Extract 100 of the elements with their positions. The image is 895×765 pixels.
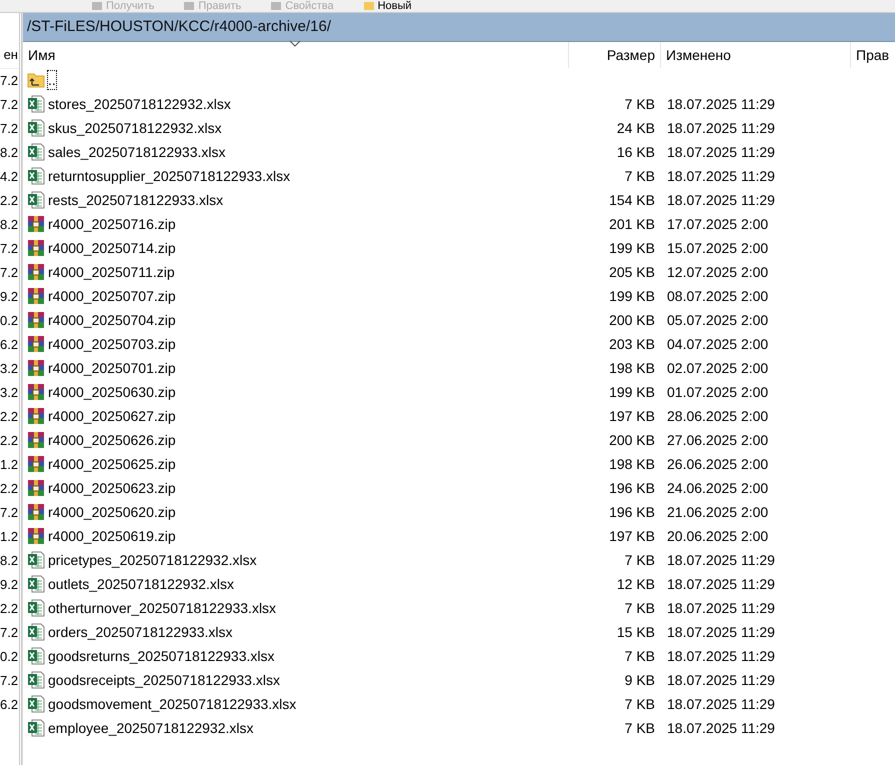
table-cell-text: 4.2 — [0, 168, 19, 186]
table-cell-text: 7.2 — [0, 72, 19, 90]
archive-icon — [27, 407, 45, 425]
file-size: 7 KB — [624, 96, 655, 112]
file-name[interactable]: r4000_20250626.zip — [48, 431, 176, 449]
table-cell-text: 2.2 — [0, 600, 19, 618]
column-header[interactable]: Прав — [851, 42, 895, 68]
archive-icon — [27, 335, 45, 353]
file-name[interactable]: sales_20250718122933.xlsx — [48, 143, 226, 161]
spreadsheet-icon — [27, 167, 45, 185]
archive-icon — [27, 503, 45, 521]
file-size: 198 KB — [609, 456, 655, 472]
file-date: 18.07.2025 11:29 — [667, 96, 775, 112]
spreadsheet-icon — [27, 191, 45, 209]
file-size: 197 KB — [609, 408, 655, 424]
file-date: 18.07.2025 11:29 — [667, 696, 775, 712]
file-name[interactable]: returntosupplier_20250718122933.xlsx — [48, 167, 290, 185]
spreadsheet-icon — [27, 719, 45, 737]
file-name[interactable]: rests_20250718122933.xlsx — [48, 191, 224, 209]
file-size: 196 KB — [609, 504, 655, 520]
file-name[interactable]: r4000_20250627.zip — [48, 407, 176, 425]
file-name[interactable]: goodsreturns_20250718122933.xlsx — [48, 647, 275, 665]
file-name[interactable]: r4000_20250625.zip — [48, 455, 176, 473]
file-name[interactable]: orders_20250718122933.xlsx — [48, 623, 232, 641]
file-size: 12 KB — [616, 576, 655, 592]
file-date: 04.07.2025 2:00 — [667, 336, 768, 352]
column-header[interactable]: Имя — [23, 42, 569, 68]
archive-icon — [27, 239, 45, 257]
file-name[interactable]: r4000_20250630.zip — [48, 383, 176, 401]
table-cell-text: 6.2 — [0, 336, 19, 354]
file-name[interactable]: r4000_20250716.zip — [48, 215, 176, 233]
file-name[interactable]: r4000_20250623.zip — [48, 479, 176, 497]
file-date: 20.06.2025 2:00 — [667, 528, 768, 544]
column-header[interactable]: Изменено — [661, 42, 851, 68]
file-size: 24 KB — [616, 120, 655, 136]
table-cell-text: 3.2 — [0, 360, 19, 378]
file-date: 24.06.2025 2:00 — [667, 480, 768, 496]
archive-icon — [27, 215, 45, 233]
archive-icon — [27, 431, 45, 449]
file-size: 198 KB — [609, 360, 655, 376]
file-name[interactable]: skus_20250718122932.xlsx — [48, 119, 222, 137]
file-date: 18.07.2025 11:29 — [667, 120, 775, 136]
file-name[interactable]: r4000_20250701.zip — [48, 359, 176, 377]
file-name[interactable]: goodsmovement_20250718122933.xlsx — [48, 695, 296, 713]
file-name[interactable]: r4000_20250707.zip — [48, 287, 176, 305]
toolbar-icon — [92, 2, 102, 10]
file-date: 18.07.2025 11:29 — [667, 624, 775, 640]
column-header[interactable]: Размер — [569, 42, 661, 68]
table-cell-text: 8.2 — [0, 216, 19, 234]
file-name[interactable]: stores_20250718122932.xlsx — [48, 95, 231, 113]
table-cell-text: 1.2 — [0, 456, 19, 474]
file-size: 7 KB — [624, 552, 655, 568]
file-date: 18.07.2025 11:29 — [667, 192, 775, 208]
file-name[interactable]: otherturnover_20250718122933.xlsx — [48, 599, 276, 617]
file-date: 01.07.2025 2:00 — [667, 384, 768, 400]
file-date: 18.07.2025 11:29 — [667, 648, 775, 664]
file-name[interactable]: r4000_20250704.zip — [48, 311, 176, 329]
spreadsheet-icon — [27, 623, 45, 641]
file-name[interactable]: r4000_20250714.zip — [48, 239, 176, 257]
file-name[interactable]: pricetypes_20250718122932.xlsx — [48, 551, 257, 569]
file-date: 18.07.2025 11:29 — [667, 576, 775, 592]
file-name[interactable]: r4000_20250620.zip — [48, 503, 176, 521]
file-date: 02.07.2025 2:00 — [667, 360, 768, 376]
sort-caret-icon[interactable] — [289, 40, 301, 47]
table-cell-text: 7.2 — [0, 264, 19, 282]
column-header[interactable]: ен — [0, 42, 19, 69]
file-name[interactable]: goodsreceipts_20250718122933.xlsx — [48, 671, 280, 689]
file-name[interactable]: .. — [48, 71, 56, 89]
table-cell-text: 0.2 — [0, 648, 19, 666]
spreadsheet-icon — [27, 119, 45, 137]
file-date: 28.06.2025 2:00 — [667, 408, 768, 424]
table-cell-text: 0.2 — [0, 312, 19, 330]
table-cell-text: 6.2 — [0, 696, 19, 714]
table-cell-text: 3.2 — [0, 384, 19, 402]
toolbar-button[interactable]: Новый — [362, 0, 414, 12]
file-name[interactable]: r4000_20250619.zip — [48, 527, 176, 545]
file-name[interactable]: outlets_20250718122932.xlsx — [48, 575, 234, 593]
file-date: 17.07.2025 2:00 — [667, 216, 768, 232]
file-size: 7 KB — [624, 600, 655, 616]
file-name[interactable]: employee_20250718122932.xlsx — [48, 719, 254, 737]
parent-folder-icon — [27, 71, 45, 89]
file-size: 200 KB — [609, 432, 655, 448]
file-size: 15 KB — [616, 624, 655, 640]
file-date: 08.07.2025 2:00 — [667, 288, 768, 304]
file-name[interactable]: r4000_20250711.zip — [48, 263, 175, 281]
file-size: 9 KB — [624, 672, 655, 688]
spreadsheet-icon — [27, 671, 45, 689]
file-size: 200 KB — [609, 312, 655, 328]
file-size: 16 KB — [616, 144, 655, 160]
spreadsheet-icon — [27, 695, 45, 713]
file-name[interactable]: r4000_20250703.zip — [48, 335, 176, 353]
file-size: 199 KB — [609, 384, 655, 400]
file-date: 18.07.2025 11:29 — [667, 672, 775, 688]
toolbar-icon — [184, 2, 194, 10]
table-cell-text: 2.2 — [0, 408, 19, 426]
table-cell-text: 8.2 — [0, 144, 19, 162]
table-cell-text: 7.2 — [0, 672, 19, 690]
table-cell-text: 7.2 — [0, 240, 19, 258]
spreadsheet-icon — [27, 551, 45, 569]
spreadsheet-icon — [27, 143, 45, 161]
